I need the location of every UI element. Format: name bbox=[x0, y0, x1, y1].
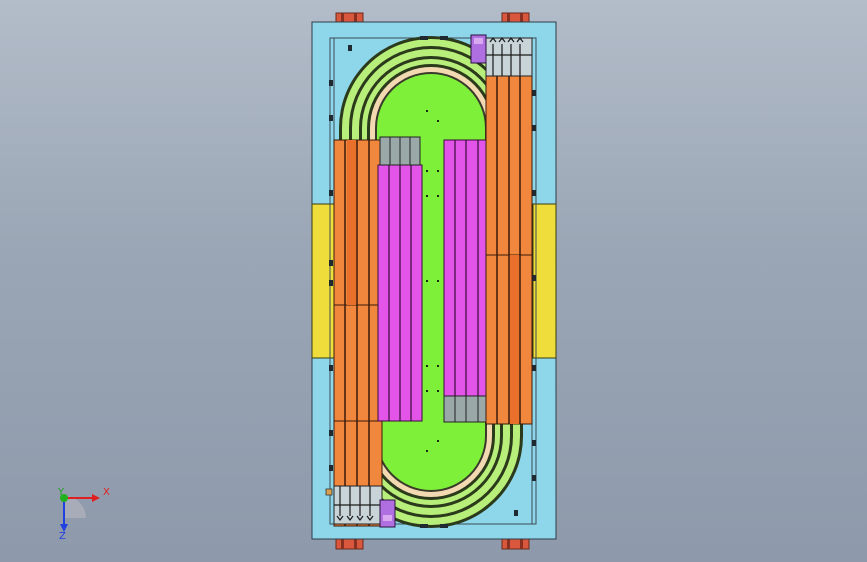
cad-viewport[interactable]: X Y Z bbox=[0, 0, 867, 562]
y-axis-label: Y bbox=[58, 487, 65, 498]
xyz-axis-triad-icon bbox=[60, 494, 100, 532]
x-axis-label: X bbox=[103, 487, 110, 498]
z-axis-label: Z bbox=[59, 531, 66, 542]
